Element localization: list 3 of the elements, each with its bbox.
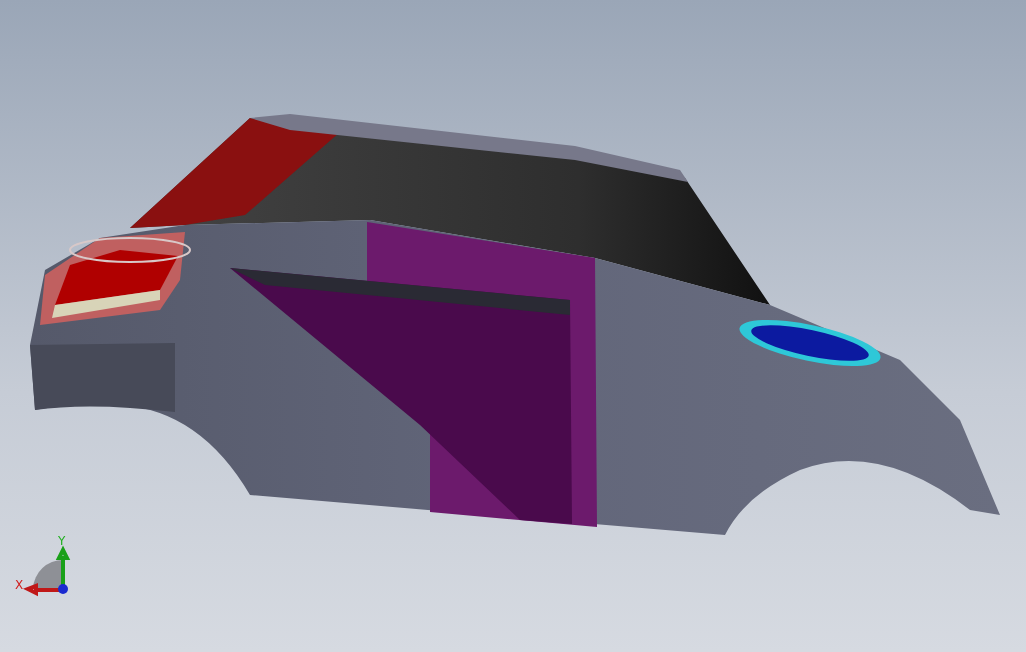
x-axis-label: X — [15, 578, 24, 592]
axis-triad-drawing — [23, 545, 71, 597]
y-axis-label: Y — [58, 534, 66, 548]
